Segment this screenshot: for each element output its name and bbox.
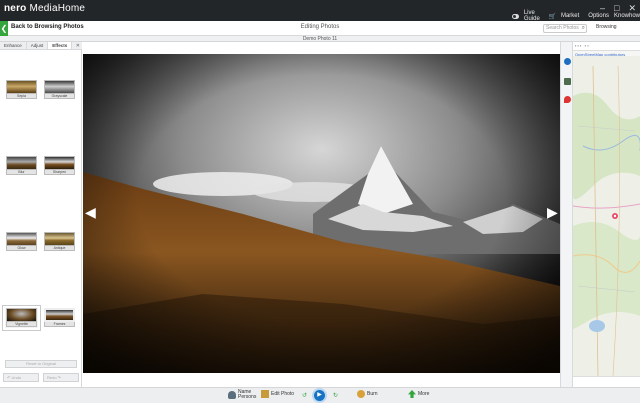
rotate-right-icon[interactable]: ↻ [333, 392, 338, 399]
photo-stage: ◀ ▶ [82, 42, 560, 387]
nero-mediahome-window: nero MediaHome Live Guide 🛒 Market Optio… [0, 0, 640, 403]
effect-thumbnail [44, 156, 75, 170]
effect-antique[interactable]: Antique [43, 232, 76, 252]
tab-adjust[interactable]: Adjust [27, 42, 49, 49]
more-label: More [418, 390, 430, 397]
redo-button[interactable]: Redo ↷ [43, 373, 79, 382]
reset-to-original-button[interactable]: Reset to Original [5, 360, 77, 368]
title-bar: nero MediaHome Live Guide 🛒 Market Optio… [0, 0, 640, 22]
info-icon[interactable] [564, 58, 571, 65]
search-placeholder: Search Photos [546, 25, 579, 31]
effect-thumbnail [44, 232, 75, 246]
effect-label: Grayscale [44, 94, 75, 99]
maximize-button[interactable]: □ [614, 3, 619, 14]
redo-label: Redo [47, 375, 57, 380]
market-link[interactable]: Market [561, 13, 579, 19]
bottom-toolbar: Name Persons Edit Photo ↺ ▶ ↻ Burn More [0, 387, 640, 403]
next-photo-icon[interactable]: ▶ [547, 204, 558, 221]
edit-photo-button[interactable]: Edit Photo [261, 390, 294, 398]
close-button[interactable]: ✕ [628, 3, 636, 14]
effect-thumbnail [6, 80, 37, 94]
edit-tabs: Enhance Adjust Effects ✕ [0, 42, 82, 50]
minimize-button[interactable]: – [600, 3, 605, 14]
close-panel-icon[interactable]: ✕ [74, 42, 82, 49]
more-arrow-icon [408, 390, 416, 398]
undo-button[interactable]: ↶ Undo [3, 373, 39, 382]
map-panel: ▪ ▪ ▪ ▪ ▪ OpenStreetMap contributors [573, 42, 640, 387]
app-name: MediaHome [29, 3, 86, 14]
previous-photo-icon[interactable]: ◀ [85, 204, 96, 221]
undo-label: Undo [11, 375, 22, 380]
name-persons-button[interactable]: Name Persons [228, 389, 257, 400]
burn-disc-icon [357, 390, 365, 398]
search-icon[interactable]: ⌕ [582, 25, 585, 32]
effect-vignette[interactable]: Vignette [2, 305, 41, 331]
edit-photo-icon [261, 390, 269, 398]
effect-label: Blur [6, 170, 37, 175]
map-footer [573, 376, 640, 387]
matterhorn-photo [83, 54, 560, 373]
effect-thumbnail [6, 156, 37, 170]
app-brand: nero MediaHome [4, 3, 85, 14]
cart-icon: 🛒 [548, 13, 556, 20]
slideshow-play-button[interactable]: ▶ [312, 388, 327, 403]
photo-preview [83, 54, 560, 373]
effect-thumbnail [6, 232, 37, 246]
window-controls: – □ ✕ [600, 3, 636, 14]
edit-panel: Enhance Adjust Effects ✕ Sepia Grayscale… [0, 42, 82, 387]
effect-sepia[interactable]: Sepia [5, 80, 38, 100]
rotate-left-icon[interactable]: ↺ [302, 392, 307, 399]
tab-enhance[interactable]: Enhance [0, 42, 27, 49]
people-icon[interactable] [564, 78, 571, 85]
location-pin-icon[interactable] [564, 96, 571, 103]
burn-label: Burn [367, 390, 378, 397]
side-icon-strip [560, 42, 573, 387]
effect-glow[interactable]: Glow [5, 232, 38, 252]
live-guide-toggle[interactable] [512, 13, 519, 19]
effects-grid: Sepia Grayscale Blur Sharpen Glow Antiqu… [0, 52, 82, 352]
nero-logo: nero [4, 3, 27, 14]
effect-label: Antique [44, 246, 75, 251]
more-button[interactable]: More [408, 390, 429, 398]
edit-photo-label: Edit Photo [271, 390, 295, 397]
undo-redo-row: ↶ Undo Redo ↷ [3, 373, 79, 382]
effect-blur[interactable]: Blur [5, 156, 38, 176]
map-view[interactable] [573, 56, 640, 376]
effect-label: Frames [44, 322, 75, 327]
tab-effects[interactable]: Effects [48, 42, 73, 49]
burn-button[interactable]: Burn [357, 390, 378, 398]
search-input[interactable]: Search Photos ⌕ [543, 24, 587, 33]
navigation-bar: ❮ Back to Browsing Photos Editing Photos… [0, 21, 640, 36]
name-persons-label: Name Persons [238, 389, 257, 400]
person-icon [228, 391, 236, 399]
effect-thumbnail [6, 308, 37, 322]
map-toolbar: ▪ ▪ ▪ ▪ ▪ [573, 42, 640, 51]
browsing-dropdown[interactable]: Browsing [596, 24, 617, 30]
effect-label: Glow [6, 246, 37, 251]
effect-frames[interactable]: Frames [43, 308, 76, 328]
effect-label: Sepia [6, 94, 37, 99]
effect-label: Vignette [6, 322, 37, 327]
effect-thumbnail [44, 308, 75, 322]
effect-sharpen[interactable]: Sharpen [43, 156, 76, 176]
effect-thumbnail [44, 80, 75, 94]
effect-grayscale[interactable]: Grayscale [43, 80, 76, 100]
effect-label: Sharpen [44, 170, 75, 175]
